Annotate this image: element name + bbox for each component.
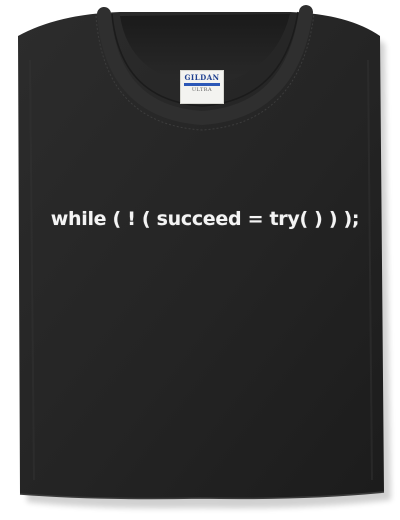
- brand-label-stripe: [184, 83, 220, 86]
- brand-label-subtext: ULTRA: [191, 87, 213, 93]
- brand-label: GILDAN ULTRA: [180, 70, 224, 104]
- product-photo: GILDAN ULTRA while ( ! ( succeed = try( …: [0, 0, 400, 520]
- brand-label-name: GILDAN: [184, 73, 220, 82]
- shirt-print-text: while ( ! ( succeed = try( ) ) );: [50, 208, 360, 230]
